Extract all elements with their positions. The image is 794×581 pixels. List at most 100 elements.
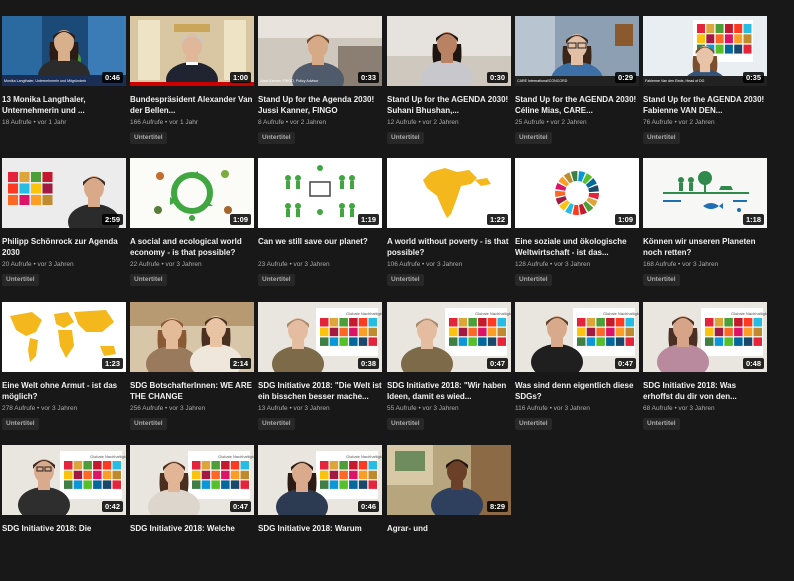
video-card[interactable]: Globale Nachhaltigkeit 0:46 SDG Initiative… xyxy=(258,445,382,581)
subtitles-badge: Untertitel xyxy=(387,274,424,286)
video-thumbnail[interactable]: 1:23 xyxy=(2,302,126,372)
video-thumbnail[interactable]: Fabienne Van den Eede, Head of DG 0:35 xyxy=(643,16,767,86)
video-duration: 0:47 xyxy=(614,358,636,369)
thumbnail-caption: Monika Langthaler, Unternehmerin und Mit… xyxy=(4,78,86,83)
video-card[interactable]: 1:18 Können wir unseren Planeten noch ret… xyxy=(643,158,767,294)
video-thumbnail[interactable]: 0:30 xyxy=(387,16,511,86)
svg-text:Globale Nachhaltigkeit: Globale Nachhaltigkeit xyxy=(90,454,126,459)
video-title[interactable]: SDG BotschafterInnen: WE ARE THE CHANGE xyxy=(130,380,254,402)
video-thumbnail[interactable]: 1:18 xyxy=(643,158,767,228)
video-thumbnail[interactable]: Globale Nachhaltigkeit 0:42 xyxy=(2,445,126,515)
video-card[interactable]: Globale Nachhaltigkeit 0:47 SDG Initiative… xyxy=(387,302,511,438)
video-card[interactable]: Globale Nachhaltigkeit 0:38 SDG Initiative… xyxy=(258,302,382,438)
video-card[interactable]: CARE International/CONCORD 0:29 Stand Up f… xyxy=(515,16,639,152)
video-thumbnail[interactable]: Globale Nachhaltigkeit 0:47 xyxy=(515,302,639,372)
video-duration: 0:47 xyxy=(486,358,508,369)
video-thumbnail[interactable]: 2:59 xyxy=(2,158,126,228)
video-card[interactable]: 1:19 Can we still save our planet? 23 Aufr… xyxy=(258,158,382,294)
view-count: 13 Aufrufe xyxy=(258,405,288,412)
subtitles-badge: Untertitel xyxy=(258,132,295,144)
video-title[interactable]: SDG Initiative 2018: "Wir haben Ideen, d… xyxy=(387,380,511,402)
video-metadata: 25 Aufrufe • vor 2 Jahren xyxy=(515,119,639,126)
video-duration: 0:30 xyxy=(486,72,508,83)
upload-age: vor 3 Jahren xyxy=(422,405,459,412)
view-count: 116 Aufrufe xyxy=(515,405,548,412)
video-thumbnail[interactable]: Monika Langthaler, Unternehmerin und Mit… xyxy=(2,16,126,86)
video-thumbnail[interactable]: 1:09 xyxy=(515,158,639,228)
video-title[interactable]: Philipp Schönrock zur Agenda 2030 xyxy=(2,236,126,258)
video-title[interactable]: Agrar- und xyxy=(387,523,511,534)
subtitles-badge: Untertitel xyxy=(258,274,295,286)
video-card[interactable]: 8:29 Agrar- und xyxy=(387,445,511,581)
video-card[interactable]: 1:09 A social and ecological world econom… xyxy=(130,158,254,294)
video-card[interactable]: Globale Nachhaltigkeit 0:47 SDG Initiative… xyxy=(130,445,254,581)
video-card[interactable]: Globale Nachhaltigkeit 0:48 SDG Initiative… xyxy=(643,302,767,438)
video-title[interactable]: Bundespräsident Alexander Van der Bellen… xyxy=(130,94,254,116)
video-thumbnail[interactable]: CARE International/CONCORD 0:29 xyxy=(515,16,639,86)
video-duration: 0:46 xyxy=(357,501,379,512)
video-metadata: 116 Aufrufe • vor 3 Jahren xyxy=(515,405,639,412)
video-card[interactable]: 0:30 Stand Up for the AGENDA 2030! Suhani… xyxy=(387,16,511,152)
video-thumbnail[interactable]: 2:14 xyxy=(130,302,254,372)
video-metadata: 23 Aufrufe • vor 3 Jahren xyxy=(258,261,382,268)
video-title[interactable]: Eine soziale und ökologische Weltwirtsch… xyxy=(515,236,639,258)
video-thumbnail[interactable]: Globale Nachhaltigkeit 0:47 xyxy=(130,445,254,515)
video-grid: Monika Langthaler, Unternehmerin und Mit… xyxy=(0,0,794,533)
video-duration: 2:59 xyxy=(101,214,123,225)
video-thumbnail[interactable]: 1:09 xyxy=(130,158,254,228)
video-title[interactable]: Can we still save our planet? xyxy=(258,236,382,247)
video-thumbnail[interactable]: Globale Nachhaltigkeit 0:38 xyxy=(258,302,382,372)
video-title[interactable]: Eine Welt ohne Armut - ist das möglich? xyxy=(2,380,126,402)
video-title[interactable]: SDG Initiative 2018: "Die Welt ist ein b… xyxy=(258,380,382,402)
video-title[interactable]: SDG Initiative 2018: Warum xyxy=(258,523,382,534)
view-count: 168 Aufrufe xyxy=(643,261,677,268)
video-card[interactable]: Fabienne Van den Eede, Head of DG 0:35 Sta… xyxy=(643,16,767,152)
video-thumbnail[interactable]: 1:19 xyxy=(258,158,382,228)
view-count: 256 Aufrufe xyxy=(130,405,164,412)
subtitles-badge: Untertitel xyxy=(130,274,167,286)
video-card[interactable]: Monika Langthaler, Unternehmerin und Mit… xyxy=(2,16,126,152)
video-thumbnail[interactable]: Globale Nachhaltigkeit 0:47 xyxy=(387,302,511,372)
video-title[interactable]: SDG Initiative 2018: Was erhoffst du dir… xyxy=(643,380,767,402)
video-title[interactable]: Was sind denn eigentlich diese SDGs? xyxy=(515,380,639,402)
subtitles-badge: Untertitel xyxy=(387,132,424,144)
video-title[interactable]: 13 Monika Langthaler, Unternehmerin und … xyxy=(2,94,126,116)
video-thumbnail[interactable]: Globale Nachhaltigkeit 0:46 xyxy=(258,445,382,515)
video-metadata: 8 Aufrufe • vor 2 Jahren xyxy=(258,119,382,126)
video-card[interactable]: Globale Nachhaltigkeit 0:42 SDG Initiative… xyxy=(2,445,126,581)
video-title[interactable]: Können wir unseren Planeten noch retten? xyxy=(643,236,767,258)
video-card[interactable]: 1:00 Bundespräsident Alexander Van der Be… xyxy=(130,16,254,152)
video-metadata: 18 Aufrufe • vor 1 Jahr xyxy=(2,119,126,126)
video-thumbnail[interactable]: 1:00 xyxy=(130,16,254,86)
video-duration: 0:42 xyxy=(101,501,123,512)
video-thumbnail[interactable]: 1:22 xyxy=(387,158,511,228)
view-count: 68 Aufrufe xyxy=(643,405,673,412)
video-title[interactable]: A social and ecological world economy - … xyxy=(130,236,254,258)
thumbnail-caption: Fabienne Van den Eede, Head of DG xyxy=(645,78,705,83)
video-card[interactable]: 1:09 Eine soziale und ökologische Weltwir… xyxy=(515,158,639,294)
video-duration: 1:18 xyxy=(742,214,764,225)
video-card[interactable]: 1:23 Eine Welt ohne Armut - ist das mögli… xyxy=(2,302,126,438)
video-title[interactable]: A world without poverty - is that possib… xyxy=(387,236,511,258)
video-title[interactable]: Stand Up for the AGENDA 2030! Céline Mia… xyxy=(515,94,639,116)
upload-age: vor 3 Jahren xyxy=(169,405,206,412)
video-card[interactable]: Globale Nachhaltigkeit 0:47 Was sind denn … xyxy=(515,302,639,438)
video-duration: 1:22 xyxy=(486,214,508,225)
video-title[interactable]: Stand Up for the AGENDA 2030! Fabienne V… xyxy=(643,94,767,116)
video-thumbnail[interactable]: Jussi Kanner, FINGO, Policy Advisor 0:33 xyxy=(258,16,382,86)
video-card[interactable]: Jussi Kanner, FINGO, Policy Advisor 0:33 S… xyxy=(258,16,382,152)
video-title[interactable]: SDG Initiative 2018: Welche xyxy=(130,523,254,534)
video-title[interactable]: Stand Up for the AGENDA 2030! Suhani Bhu… xyxy=(387,94,511,116)
video-card[interactable]: 2:14 SDG BotschafterInnen: WE ARE THE CHA… xyxy=(130,302,254,438)
video-title[interactable]: SDG Initiative 2018: Die xyxy=(2,523,126,534)
svg-text:Globale Nachhaltigkeit: Globale Nachhaltigkeit xyxy=(218,454,254,459)
video-metadata: 76 Aufrufe • vor 2 Jahren xyxy=(643,119,767,126)
subtitles-badge: Untertitel xyxy=(130,132,167,144)
video-card[interactable]: 2:59 Philipp Schönrock zur Agenda 2030 20 … xyxy=(2,158,126,294)
subtitles-badge: Untertitel xyxy=(130,418,167,430)
video-thumbnail[interactable]: 8:29 xyxy=(387,445,511,515)
video-card[interactable]: 1:22 A world without poverty - is that po… xyxy=(387,158,511,294)
upload-age: vor 1 Jahr xyxy=(169,119,199,126)
video-title[interactable]: Stand Up for the Agenda 2030! Jussi Kann… xyxy=(258,94,382,116)
video-thumbnail[interactable]: Globale Nachhaltigkeit 0:48 xyxy=(643,302,767,372)
